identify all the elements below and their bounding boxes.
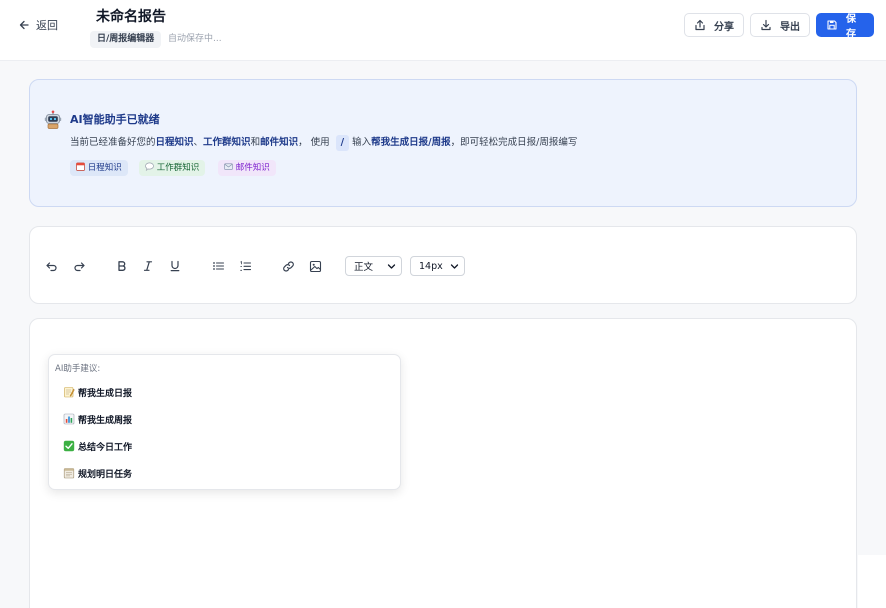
paragraph-style-value: 正文 — [354, 262, 374, 273]
ai-desc-group: 工作群知识 — [203, 137, 251, 148]
bar-chart-icon — [63, 413, 75, 425]
suggestion-label: 帮我生成周报 — [78, 415, 133, 426]
save-button[interactable]: 保存 — [816, 13, 874, 40]
share-button[interactable]: 分享 — [684, 13, 744, 37]
editor-type-tag: 日/周报编辑器 — [90, 31, 162, 48]
italic-button[interactable] — [139, 257, 157, 275]
ai-desc-command: 帮我生成日报/周报 — [371, 137, 451, 148]
link-button[interactable] — [279, 257, 297, 275]
share-label: 分享 — [714, 21, 734, 33]
ai-desc-suffix: ，即可轻松完成日报/周报编写 — [450, 137, 578, 148]
share-icon — [695, 19, 705, 31]
autosave-status: 自动保存中... — [168, 34, 222, 44]
image-button[interactable] — [306, 257, 324, 275]
bullet-list-icon — [212, 262, 224, 270]
ai-desc-sep2: 和 — [250, 137, 261, 148]
arrow-left-icon — [19, 20, 29, 30]
chip-mail-knowledge: 邮件知识 — [218, 160, 276, 176]
redo-button[interactable] — [70, 257, 88, 275]
ai-desc-prefix: 当前已经准备好您的 — [70, 137, 156, 148]
chip-schedule-knowledge: 日程知识 — [70, 160, 128, 176]
suggestion-summarize-today[interactable]: 总结今日工作 — [63, 438, 132, 454]
ai-description: 当前已经准备好您的日程知识、工作群知识和邮件知识， 使用 / 输入帮我生成日报/周… — [70, 135, 577, 151]
back-label: 返回 — [36, 19, 58, 32]
ai-desc-mail: 邮件知识 — [260, 137, 299, 148]
undo-button[interactable] — [42, 257, 60, 275]
back-button[interactable]: 返回 — [18, 16, 58, 34]
download-icon — [761, 19, 771, 31]
page-title[interactable]: 未命名报告 — [96, 6, 166, 26]
ai-title: AI智能助手已就绪 — [70, 113, 160, 126]
bullet-list-button[interactable] — [209, 257, 227, 275]
ai-assistant-banner: AI智能助手已就绪 当前已经准备好您的日程知识、工作群知识和邮件知识， 使用 /… — [29, 79, 857, 207]
export-button[interactable]: 导出 — [750, 13, 810, 37]
suggestion-plan-tomorrow[interactable]: 规划明日任务 — [63, 465, 132, 481]
underline-button[interactable] — [166, 257, 184, 275]
chevron-down-icon — [387, 263, 396, 269]
calendar-tearoff-icon — [63, 468, 75, 479]
bold-icon — [118, 261, 126, 271]
chip-mail-label: 邮件知识 — [235, 163, 270, 173]
save-icon — [827, 20, 837, 30]
page-corner — [858, 555, 886, 608]
suggestion-label: 总结今日工作 — [78, 442, 133, 453]
save-label: 保存 — [846, 14, 856, 40]
top-header: 返回 未命名报告 日/周报编辑器 自动保存中... 分享 导出 保存 — [0, 0, 886, 61]
font-size-value: 14px — [419, 260, 443, 272]
chip-group-knowledge: 工作群知识 — [139, 160, 206, 176]
suggestion-label: 帮我生成日报 — [78, 388, 133, 399]
suggestion-label: 规划明日任务 — [78, 469, 133, 480]
ai-desc-schedule: 日程知识 — [155, 137, 194, 148]
italic-icon — [143, 261, 153, 271]
robot-icon — [44, 110, 62, 129]
undo-icon — [45, 261, 57, 271]
paragraph-style-select[interactable]: 正文 — [345, 256, 402, 276]
ai-suggestions-popup: AI助手建议: 帮我生成日报 帮我生成周报 总结今日工作 规划明日任务 — [48, 354, 401, 490]
export-label: 导出 — [780, 21, 800, 33]
numbered-list-button[interactable] — [236, 257, 254, 275]
chevron-down-icon — [450, 263, 459, 269]
check-box-icon — [63, 440, 75, 452]
ai-desc-sep1: 、 — [193, 137, 204, 148]
suggestions-title: AI助手建议: — [55, 364, 101, 374]
chip-group-label: 工作群知识 — [156, 163, 200, 173]
slash-key: / — [335, 135, 350, 151]
numbered-list-icon — [239, 260, 251, 271]
redo-icon — [73, 261, 85, 271]
chip-schedule-label: 日程知识 — [87, 163, 122, 173]
suggestion-generate-daily[interactable]: 帮我生成日报 — [63, 384, 132, 400]
mail-icon — [224, 163, 233, 170]
bold-button[interactable] — [113, 257, 131, 275]
editor-toolbar: 正文 14px — [29, 226, 857, 304]
memo-icon — [64, 387, 75, 398]
calendar-icon — [76, 162, 85, 171]
link-icon — [282, 260, 294, 272]
suggestion-generate-weekly[interactable]: 帮我生成周报 — [63, 411, 132, 427]
ai-desc-mid: ， 使用 — [298, 137, 330, 148]
font-size-select[interactable]: 14px — [410, 256, 465, 276]
underline-icon — [170, 260, 180, 272]
image-icon — [309, 260, 321, 272]
ai-desc-mid2: 输入 — [352, 137, 372, 148]
chat-bubble-icon — [145, 162, 154, 171]
